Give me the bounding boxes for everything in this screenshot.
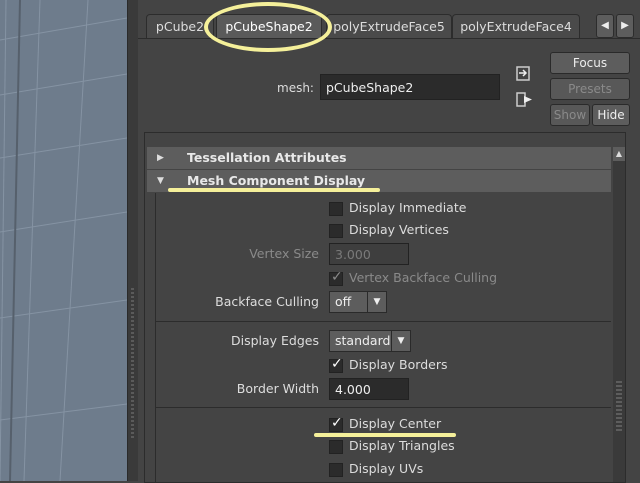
focus-button[interactable]: Focus <box>550 52 630 74</box>
select-input-icon[interactable] <box>516 66 534 82</box>
tab-polyextrudeface5[interactable]: polyExtrudeFace5 <box>326 14 452 39</box>
presets-button[interactable]: Presets <box>550 78 630 100</box>
dropdown-value: off <box>335 294 352 309</box>
frame-title: Tessellation Attributes <box>187 150 347 165</box>
vertex-size-field[interactable]: 3.000 <box>329 243 409 265</box>
backface-culling-label: Backface Culling <box>215 294 319 309</box>
display-triangles-checkbox[interactable] <box>329 440 343 454</box>
panel-splitter[interactable] <box>127 0 138 481</box>
viewport-grid <box>0 0 127 481</box>
mesh-label: mesh: <box>277 81 314 95</box>
frame-tessellation-attributes[interactable]: ▶ Tessellation Attributes <box>147 147 611 169</box>
splitter-grip <box>131 288 134 438</box>
mesh-name-field[interactable]: pCubeShape2 <box>320 74 500 100</box>
chevron-down-icon: ▼ <box>391 331 410 351</box>
chevron-down-icon: ▼ <box>367 292 386 312</box>
display-borders-label: Display Borders <box>349 357 448 372</box>
display-edges-label: Display Edges <box>230 333 319 348</box>
attribute-editor: pCube2 pCubeShape2 polyExtrudeFace5 poly… <box>138 0 640 483</box>
frame-border <box>155 193 156 482</box>
border-width-field[interactable]: 4.000 <box>329 378 409 400</box>
vertex-backface-culling-checkbox[interactable]: ✓ <box>329 269 343 286</box>
highlight-underline <box>314 433 456 437</box>
triangle-left-icon: ◀ <box>601 20 609 31</box>
group-separator <box>155 321 611 322</box>
viewport-panel[interactable] <box>0 0 127 481</box>
hide-button[interactable]: Hide <box>592 104 630 126</box>
display-vertices-checkbox[interactable] <box>329 224 343 238</box>
tab-scroll-right-button[interactable]: ▶ <box>616 14 634 38</box>
expand-arrow-icon: ▶ <box>157 153 164 163</box>
display-center-checkbox[interactable]: ✓ <box>329 415 343 432</box>
display-triangles-label: Display Triangles <box>349 438 455 453</box>
checkmark-icon: ✓ <box>331 415 343 431</box>
display-edges-dropdown[interactable]: standard ▼ <box>329 330 411 352</box>
display-immediate-checkbox[interactable] <box>329 202 343 216</box>
triangle-right-icon: ▶ <box>621 20 629 31</box>
display-immediate-label: Display Immediate <box>349 200 467 215</box>
tab-scroll-left-button[interactable]: ◀ <box>596 14 614 38</box>
border-width-label: Border Width <box>236 381 319 396</box>
attribute-panel: ▶ Tessellation Attributes ▼ Mesh Compone… <box>144 132 626 483</box>
scrollbar-grip[interactable] <box>616 381 622 431</box>
tab-polyextrudeface4[interactable]: polyExtrudeFace4 <box>452 14 580 39</box>
dropdown-value: standard <box>335 333 391 348</box>
attribute-scrollbar[interactable]: ▲ <box>613 147 625 482</box>
group-separator <box>155 407 611 408</box>
display-uvs-label: Display UVs <box>349 461 424 476</box>
scroll-up-icon[interactable]: ▲ <box>613 147 625 161</box>
display-center-label: Display Center <box>349 416 442 431</box>
show-button[interactable]: Show <box>550 104 590 126</box>
display-borders-checkbox[interactable]: ✓ <box>329 356 343 373</box>
display-uvs-checkbox[interactable] <box>329 463 343 477</box>
vertex-backface-culling-label: Vertex Backface Culling <box>349 270 498 285</box>
highlight-underline <box>168 188 380 192</box>
checkmark-icon: ✓ <box>331 269 343 285</box>
display-vertices-label: Display Vertices <box>349 222 449 237</box>
vertex-size-label: Vertex Size <box>249 246 319 261</box>
select-output-icon[interactable] <box>516 92 534 108</box>
highlight-ellipse <box>204 2 332 52</box>
collapse-arrow-icon: ▼ <box>157 176 164 186</box>
checkmark-icon: ✓ <box>331 356 343 372</box>
backface-culling-dropdown[interactable]: off ▼ <box>329 291 387 313</box>
